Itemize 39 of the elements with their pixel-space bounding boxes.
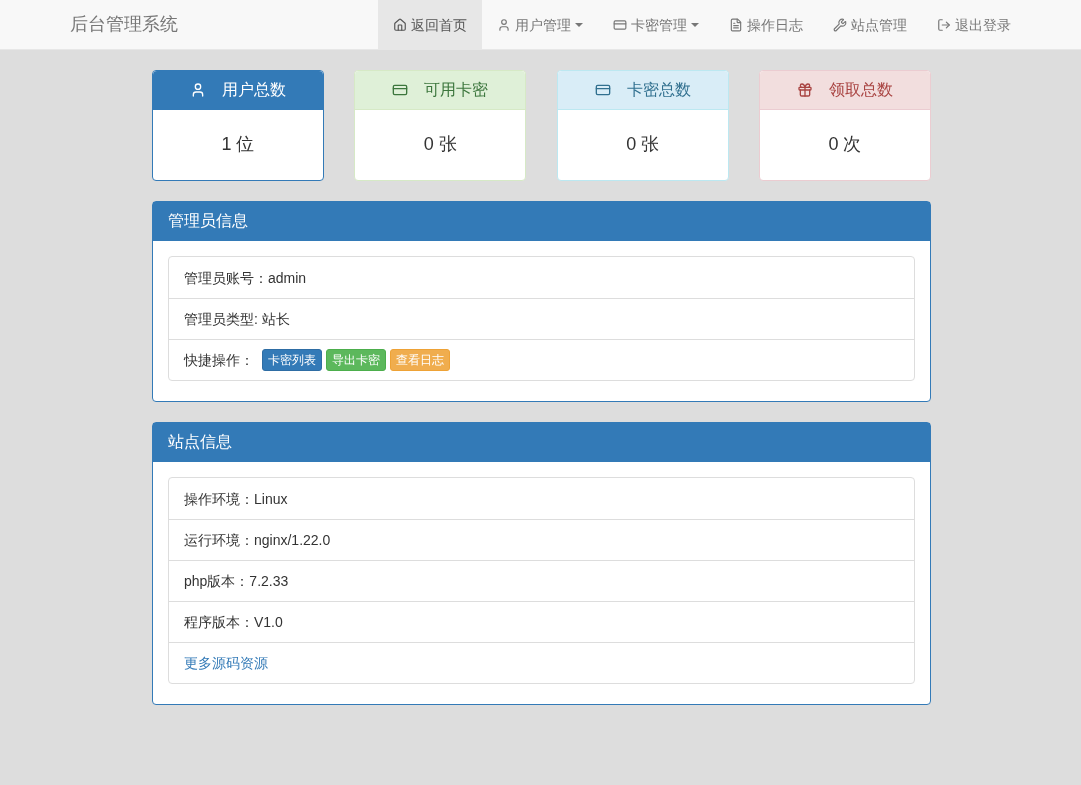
document-icon <box>729 17 743 32</box>
stat-value: 0 张 <box>626 133 660 157</box>
stat-title: 可用卡密 <box>424 79 489 100</box>
info-text: 快捷操作： <box>184 351 254 370</box>
brand-title[interactable]: 后台管理系统 <box>70 11 178 38</box>
logout-icon <box>937 17 951 32</box>
nav-item[interactable]: 操作日志 <box>714 0 818 49</box>
info-text: 管理员类型: 站长 <box>184 310 290 329</box>
info-text: 操作环境：Linux <box>184 489 288 509</box>
stat-value: 1 位 <box>221 133 255 157</box>
nav-item[interactable]: 用户管理 <box>482 0 598 49</box>
stat-title: 卡密总数 <box>626 79 691 100</box>
caret-icon <box>691 22 699 27</box>
gift-icon <box>797 82 813 98</box>
quick-action-button[interactable]: 卡密列表 <box>262 349 322 371</box>
info-text: 管理员账号：admin <box>184 268 307 288</box>
credit-card-icon <box>594 82 611 98</box>
nav-item[interactable]: 退出登录 <box>922 0 1026 49</box>
stat-value: 0 次 <box>828 133 862 157</box>
user-icon <box>190 82 206 98</box>
stat-title: 领取总数 <box>829 79 893 100</box>
nav-item[interactable]: 站点管理 <box>818 0 922 49</box>
wrench-icon <box>833 17 847 32</box>
quick-action-button[interactable]: 导出卡密 <box>326 349 386 371</box>
user-icon <box>497 17 511 32</box>
caret-icon <box>575 22 583 27</box>
info-text: 运行环境：nginx/1.22.0 <box>184 531 331 550</box>
credit-card-icon <box>613 17 627 32</box>
resource-link[interactable]: 更多源码资源 <box>184 653 268 673</box>
info-text: php版本：7.2.33 <box>184 572 289 591</box>
credit-card-icon <box>392 82 409 98</box>
nav-item[interactable]: 返回首页 <box>378 0 482 49</box>
nav-item[interactable]: 卡密管理 <box>598 0 714 49</box>
panel-title: 管理员信息 <box>168 211 248 232</box>
stat-title: 用户总数 <box>222 79 286 100</box>
info-text: 程序版本：V1.0 <box>184 613 283 632</box>
stat-value: 0 张 <box>423 133 457 157</box>
home-icon <box>393 17 407 32</box>
panel-title: 站点信息 <box>168 432 232 453</box>
